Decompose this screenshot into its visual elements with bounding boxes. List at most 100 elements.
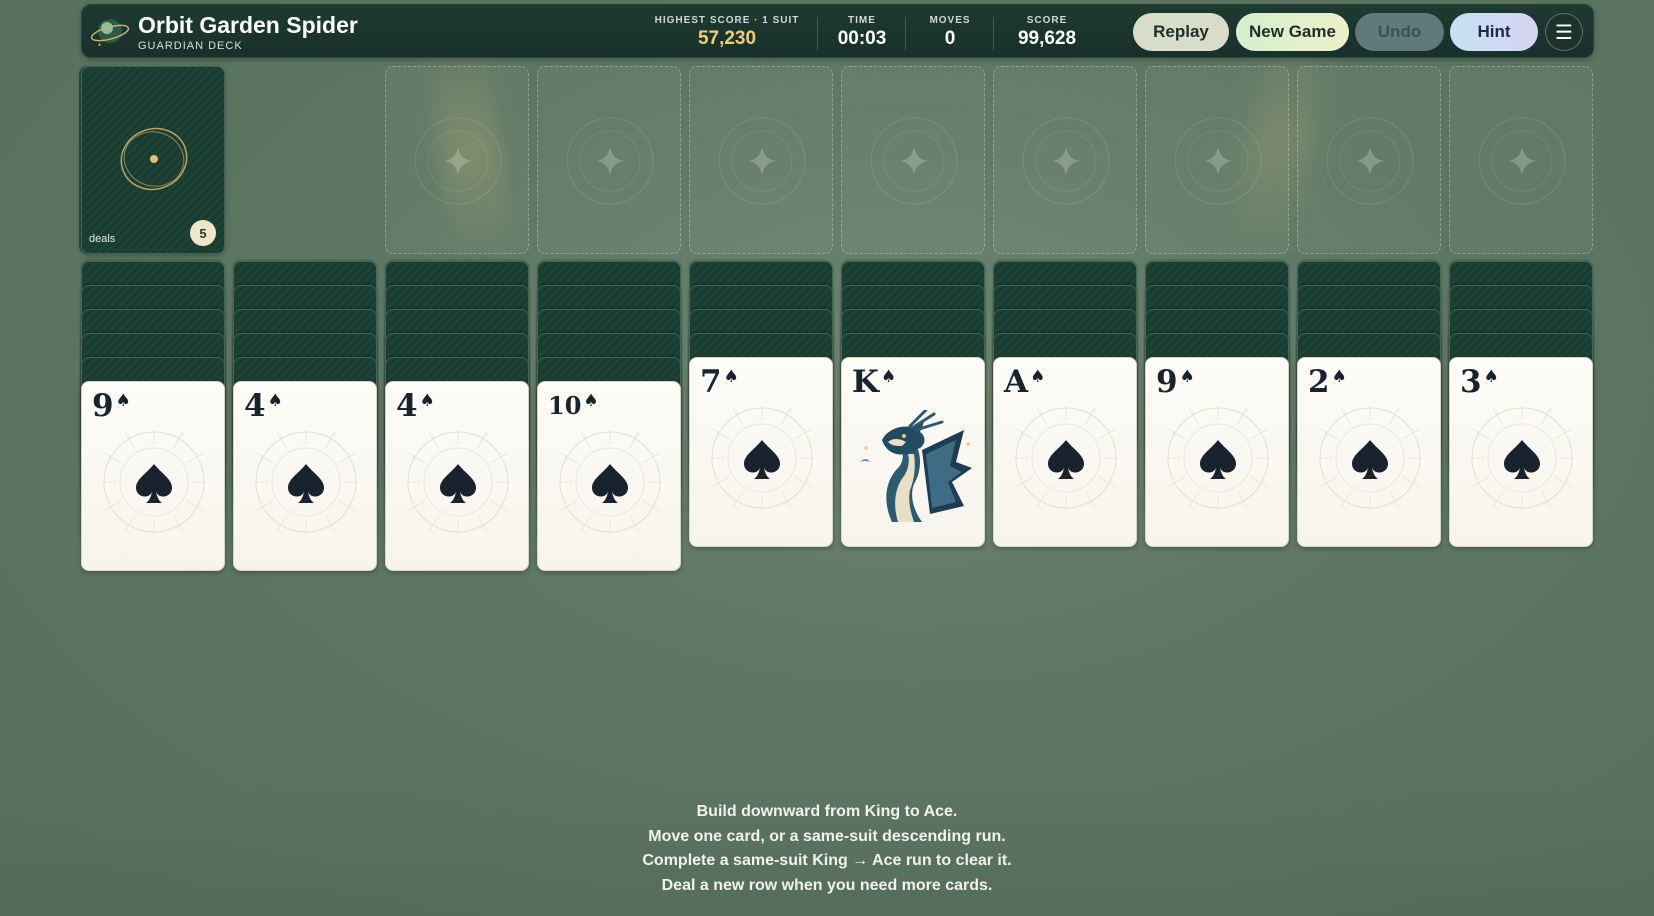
card-rank-label: 4: [244, 388, 266, 424]
instruction-line: Deal a new row when you need more cards.: [661, 876, 993, 894]
highest-score-stat: HIGHEST SCORE · 1 SUIT 57,230: [652, 15, 802, 50]
card-rank-label: K: [852, 364, 879, 400]
card-suit-label: ♠: [115, 391, 131, 411]
card-rank: 10 ♠: [548, 388, 599, 424]
replay-button[interactable]: Replay: [1133, 13, 1229, 51]
sparkle-icon: [1174, 117, 1262, 205]
instruction-line: Build downward from King to Ace.: [696, 803, 958, 820]
sparkle-icon: [870, 117, 958, 205]
spade-icon: [1160, 400, 1276, 516]
highest-score-label: HIGHEST SCORE · 1 SUIT: [654, 15, 800, 26]
card-rank: 4 ♠: [396, 388, 435, 424]
face-up-card[interactable]: 9 ♠: [81, 381, 225, 571]
card-art-spade: [96, 424, 212, 540]
card-rank-label: A: [1004, 364, 1029, 400]
moves-label: MOVES: [929, 15, 971, 26]
sparkle-icon: [1022, 117, 1110, 205]
face-up-card[interactable]: 2 ♠: [1297, 357, 1441, 547]
card-art-spade: [1008, 400, 1124, 516]
new-game-button[interactable]: New Game: [1236, 13, 1349, 51]
undo-button[interactable]: Undo: [1355, 13, 1444, 51]
top-bar: Orbit Garden Spider GUARDIAN DECK HIGHES…: [81, 4, 1594, 58]
spade-icon: [400, 424, 516, 540]
foundation-slot: [385, 66, 529, 254]
card-art-spade: [400, 424, 516, 540]
score-value: 99,628: [1017, 28, 1077, 49]
card-rank-label: 3: [1460, 364, 1482, 400]
card-art-spade: [1160, 400, 1276, 516]
card-rank: 3 ♠: [1460, 364, 1499, 400]
card-suit-label: ♠: [419, 391, 435, 411]
spade-icon: [1464, 400, 1580, 516]
score-stat: SCORE 99,628: [997, 15, 1097, 50]
card-rank: K ♠: [852, 364, 896, 400]
instruction-line: Move one card, or a same-suit descending…: [648, 827, 1006, 845]
stock-pile[interactable]: deals 5: [81, 66, 225, 254]
moves-stat: MOVES 0: [910, 15, 990, 50]
card-rank: 7 ♠: [700, 364, 739, 400]
foundation-slot: [841, 66, 985, 254]
hint-button[interactable]: Hint: [1450, 13, 1538, 51]
card-art-spade: [1464, 400, 1580, 516]
card-suit-label: ♠: [1030, 367, 1046, 387]
card-rank-label: 10: [548, 391, 582, 420]
sparkle-icon: [566, 117, 654, 205]
card-rank: 4 ♠: [244, 388, 283, 424]
score-label: SCORE: [1026, 15, 1068, 26]
divider: [905, 17, 906, 51]
face-up-card[interactable]: A ♠: [993, 357, 1137, 547]
card-suit-label: ♠: [723, 367, 739, 387]
card-rank: 9 ♠: [92, 388, 131, 424]
foundation-slot: [537, 66, 681, 254]
card-suit-label: ♠: [583, 391, 599, 411]
card-suit-label: ♠: [1483, 367, 1499, 387]
card-rank-label: 2: [1308, 364, 1330, 400]
spade-icon: [704, 400, 820, 516]
sparkle-icon: [414, 117, 502, 205]
sparkle-icon: [1478, 117, 1566, 205]
foundation-slot: [993, 66, 1137, 254]
foundation-slot: [689, 66, 833, 254]
instruction-line: Complete a same-suit King → Ace run to c…: [642, 852, 1012, 869]
time-stat: TIME 00:03: [822, 15, 902, 50]
face-up-card[interactable]: 10 ♠: [537, 381, 681, 571]
face-up-card[interactable]: 7 ♠: [689, 357, 833, 547]
card-art-spade: [1312, 400, 1428, 516]
foundation-slot: [1145, 66, 1289, 254]
face-up-card[interactable]: 4 ♠: [233, 381, 377, 571]
app-subtitle: GUARDIAN DECK: [138, 40, 243, 52]
divider: [993, 17, 994, 51]
card-art-spade: [248, 424, 364, 540]
card-rank-label: 9: [92, 388, 114, 424]
card-rank-label: 4: [396, 388, 418, 424]
dragon-guardian-icon: [860, 408, 972, 522]
card-rank: A ♠: [1004, 364, 1045, 400]
orbit-emblem-icon: [120, 127, 188, 191]
face-up-card[interactable]: 4 ♠: [385, 381, 529, 571]
card-suit-label: ♠: [1331, 367, 1347, 387]
sparkle-icon: [718, 117, 806, 205]
card-rank: 9 ♠: [1156, 364, 1195, 400]
highest-score-value: 57,230: [697, 28, 757, 49]
moves-value: 0: [944, 28, 956, 49]
face-up-card[interactable]: 9 ♠: [1145, 357, 1289, 547]
card-art-dragon: [852, 408, 976, 522]
hamburger-menu-icon: ☰: [1555, 21, 1573, 44]
card-art-spade: [552, 424, 668, 540]
spade-icon: [1312, 400, 1428, 516]
menu-button[interactable]: ☰: [1545, 13, 1583, 51]
card-suit-label: ♠: [1179, 367, 1195, 387]
spade-icon: [96, 424, 212, 540]
planet-logo-icon: [90, 13, 130, 53]
card-rank: 2 ♠: [1308, 364, 1347, 400]
face-up-card[interactable]: 3 ♠: [1449, 357, 1593, 547]
card-suit-label: ♠: [267, 391, 283, 411]
card-suit-label: ♠: [880, 367, 897, 387]
stock-label: deals: [89, 233, 116, 245]
foundation-slot: [1297, 66, 1441, 254]
sparkle-icon: [1326, 117, 1414, 205]
card-rank-label: 7: [700, 364, 722, 400]
instructions-panel: Build downward from King to Ace. Move on…: [0, 778, 1654, 916]
face-up-card[interactable]: K ♠: [841, 357, 985, 547]
time-label: TIME: [848, 15, 876, 26]
